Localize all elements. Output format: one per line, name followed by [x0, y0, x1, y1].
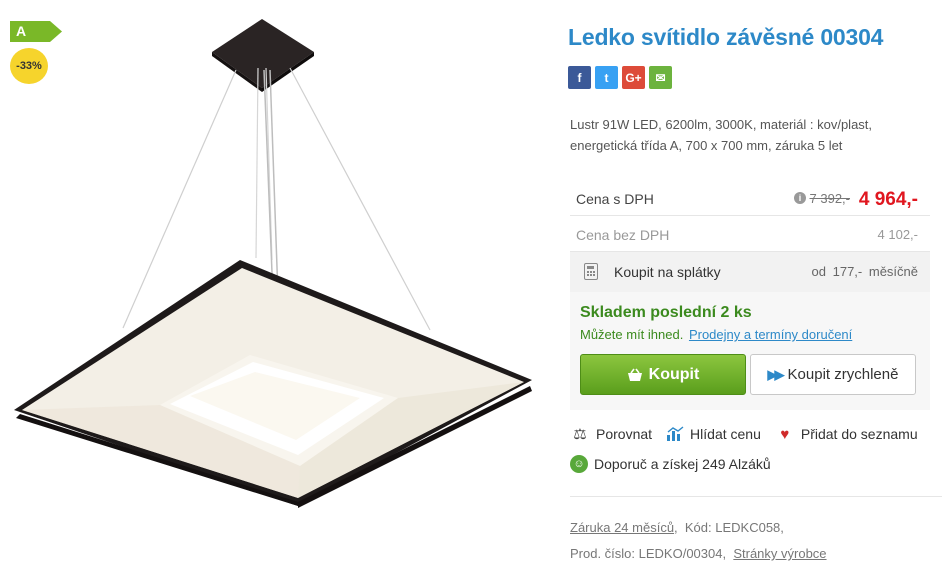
scales-icon: ⚖	[573, 426, 587, 443]
product-image[interactable]: A -33%	[0, 0, 560, 563]
recommend-label: Doporuč a získej 249 Alzáků	[594, 456, 771, 472]
add-to-list-label: Přidat do seznamu	[800, 426, 918, 442]
energy-class-badge[interactable]: A	[10, 21, 62, 42]
product-code: Kód: LEDKC058,	[684, 520, 784, 535]
installment-label: Koupit na splátky	[614, 264, 721, 280]
installment-row[interactable]: Koupit na splátky od 177,- měsíčně	[570, 252, 930, 292]
stock-box: Skladem poslední 2 ks Můžete mít ihned. …	[570, 292, 930, 410]
old-price: 7 392,-	[809, 191, 850, 206]
facebook-icon[interactable]: f	[568, 66, 591, 89]
calculator-icon	[584, 263, 598, 280]
google-plus-icon[interactable]: G+	[622, 66, 645, 89]
manufacturer-link[interactable]: Stránky výrobce	[733, 546, 826, 561]
price-block: Cena s DPH i 7 392,- 4 964,- Cena bez DP…	[570, 180, 930, 410]
price-chart-icon	[667, 426, 684, 441]
installment-value: od 177,- měsíčně	[811, 264, 918, 279]
quick-buy-button[interactable]: ▶▶ Koupit zrychleně	[750, 354, 916, 395]
info-icon[interactable]: i	[794, 192, 806, 204]
product-info-panel: Ledko svítidlo závěsné 00304 f t G+ ✉ Lu…	[568, 0, 944, 563]
product-number: Prod. číslo: LEDKO/00304,	[570, 546, 727, 561]
actions-row-1: ⚖ Porovnat Hlídat cenu ♥ Přidat do sezna…	[570, 422, 940, 446]
watch-price-label: Hlídat cenu	[690, 426, 761, 442]
meta-line-2: Prod. číslo: LEDKO/00304, Stránky výrobc…	[570, 541, 942, 563]
stock-status: Skladem poslední 2 ks	[580, 304, 752, 321]
actions-row-2: ☺ Doporuč a získej 249 Alzáků	[570, 452, 940, 476]
discount-badge: -33%	[10, 48, 48, 84]
buy-button-label: Koupit	[648, 365, 700, 383]
recommend-action[interactable]: ☺ Doporuč a získej 249 Alzáků	[570, 455, 771, 473]
price-with-vat-label: Cena s DPH	[576, 191, 654, 207]
price-without-vat-label: Cena bez DPH	[576, 227, 670, 243]
available-now-text: Můžete mít ihned.	[580, 327, 684, 342]
warranty-link[interactable]: Záruka 24 měsíců	[570, 520, 674, 535]
add-to-list-action[interactable]: ♥ Přidat do seznamu	[775, 425, 918, 443]
availability-text: Můžete mít ihned. Prodejny a termíny dor…	[580, 327, 852, 342]
product-description: Lustr 91W LED, 6200lm, 3000K, materiál :…	[570, 117, 873, 153]
meta-line-1: Záruka 24 měsíců, Kód: LEDKC058,	[570, 520, 784, 535]
heart-icon: ♥	[780, 425, 790, 443]
watch-price-action[interactable]: Hlídat cenu	[666, 426, 761, 442]
meta-divider	[570, 496, 942, 497]
recommend-icon: ☺	[570, 455, 588, 473]
twitter-icon[interactable]: t	[595, 66, 618, 89]
compare-action[interactable]: ⚖ Porovnat	[570, 425, 652, 443]
buy-button[interactable]: Koupit	[580, 354, 746, 395]
share-buttons: f t G+ ✉	[568, 66, 672, 89]
basket-icon	[627, 368, 642, 381]
price-without-vat-value: 4 102,-	[877, 227, 918, 242]
quick-buy-label: Koupit zrychleně	[787, 366, 899, 383]
product-title: Ledko svítidlo závěsné 00304	[568, 24, 884, 50]
energy-class-text: A	[16, 23, 27, 39]
stores-delivery-link[interactable]: Prodejny a termíny doručení	[689, 327, 852, 342]
lamp-illustration	[14, 19, 532, 508]
double-arrow-icon: ▶▶	[767, 366, 785, 382]
product-meta: Záruka 24 měsíců, Kód: LEDKC058, Prod. č…	[570, 515, 942, 563]
compare-label: Porovnat	[596, 426, 653, 442]
product-actions: ⚖ Porovnat Hlídat cenu ♥ Přidat do sezna…	[570, 422, 940, 476]
email-icon[interactable]: ✉	[649, 66, 672, 89]
price-with-vat-row: Cena s DPH i 7 392,- 4 964,-	[570, 180, 930, 216]
price-without-vat-row: Cena bez DPH 4 102,-	[570, 216, 930, 252]
current-price: 4 964,-	[858, 189, 918, 210]
